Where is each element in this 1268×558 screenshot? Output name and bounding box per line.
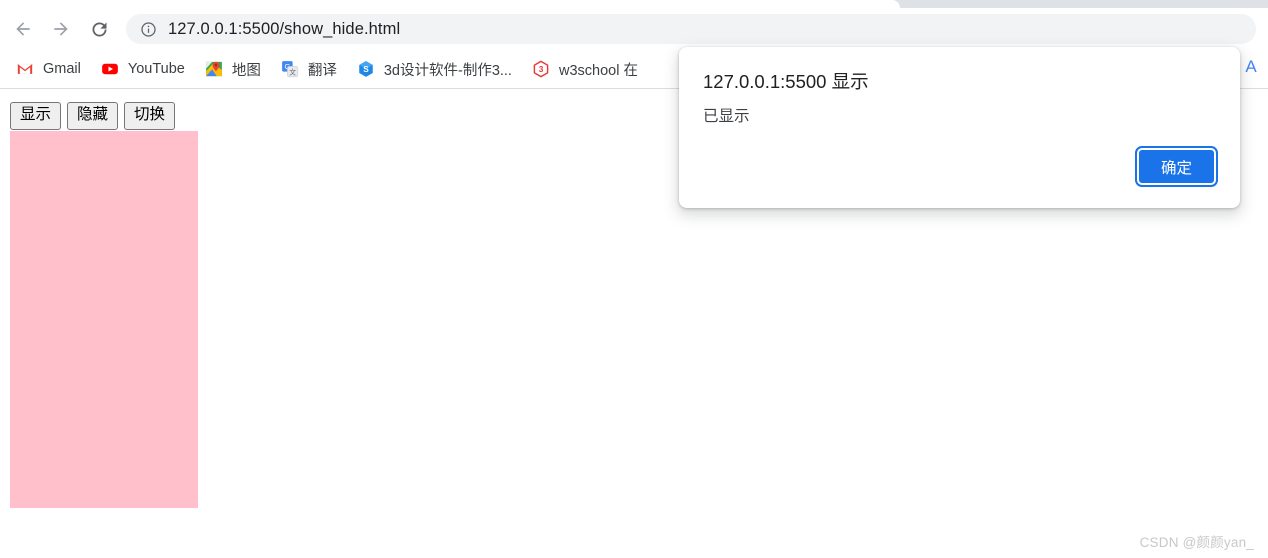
active-tab[interactable] bbox=[0, 0, 900, 8]
svg-text:文: 文 bbox=[289, 68, 296, 77]
javascript-alert-dialog: 127.0.0.1:5500 显示 已显示 确定 bbox=[679, 47, 1240, 208]
google-maps-icon bbox=[205, 61, 222, 77]
w3school-icon: 3 bbox=[533, 60, 549, 78]
hide-button[interactable]: 隐藏 bbox=[67, 102, 119, 130]
dialog-title: 127.0.0.1:5500 显示 bbox=[703, 71, 869, 92]
bookmark-label: YouTube bbox=[127, 61, 185, 77]
dialog-message: 已显示 bbox=[703, 108, 750, 125]
arrow-right-icon bbox=[54, 22, 68, 36]
reload-icon bbox=[92, 22, 106, 36]
toggle-button[interactable]: 切换 bbox=[124, 102, 176, 130]
back-button[interactable] bbox=[8, 14, 38, 44]
profile-avatar[interactable]: A bbox=[1240, 56, 1262, 78]
address-bar[interactable]: 127.0.0.1:5500/show_hide.html bbox=[126, 14, 1256, 44]
forward-button[interactable] bbox=[46, 14, 76, 44]
youtube-icon bbox=[102, 63, 118, 75]
bookmark-maps[interactable]: 地图 bbox=[203, 55, 269, 83]
bookmark-3d-design[interactable]: S 3d设计软件-制作3... bbox=[355, 55, 520, 83]
browser-toolbar: 127.0.0.1:5500/show_hide.html bbox=[0, 8, 1268, 50]
csdn-watermark: CSDN @颜颜yan_ bbox=[1139, 535, 1254, 550]
address-bar-url: 127.0.0.1:5500/show_hide.html bbox=[168, 19, 401, 38]
bookmark-label: 地图 bbox=[231, 62, 261, 79]
pink-demo-box bbox=[10, 131, 198, 508]
google-translate-icon: G 文 bbox=[281, 61, 298, 78]
bookmark-label: 3d设计软件-制作3... bbox=[383, 62, 512, 79]
svg-text:3: 3 bbox=[539, 65, 544, 74]
dialog-ok-button[interactable]: 确定 bbox=[1135, 146, 1218, 187]
bookmark-youtube[interactable]: YouTube bbox=[99, 55, 193, 83]
bookmark-label: 翻译 bbox=[307, 62, 337, 79]
bookmark-translate[interactable]: G 文 翻译 bbox=[279, 55, 345, 83]
blue-hexagon-s-icon: S bbox=[359, 61, 373, 77]
tab-strip-right-area bbox=[1210, 0, 1268, 8]
bookmark-gmail[interactable]: Gmail bbox=[14, 55, 89, 83]
info-circle-icon[interactable] bbox=[140, 21, 157, 38]
bookmark-label: w3school 在 bbox=[558, 62, 638, 79]
page-button-group: 显示 隐藏 切换 bbox=[10, 102, 181, 130]
bookmark-w3school[interactable]: 3 w3school 在 bbox=[530, 55, 646, 83]
gmail-icon bbox=[17, 63, 33, 75]
svg-text:S: S bbox=[363, 65, 369, 74]
arrow-left-icon bbox=[16, 22, 30, 36]
show-button[interactable]: 显示 bbox=[10, 102, 62, 130]
bookmark-label: Gmail bbox=[43, 61, 81, 77]
tab-strip bbox=[0, 0, 1268, 8]
browser-window: 127.0.0.1:5500/show_hide.html Gmail YouT… bbox=[0, 0, 1268, 558]
reload-button[interactable] bbox=[84, 14, 114, 44]
